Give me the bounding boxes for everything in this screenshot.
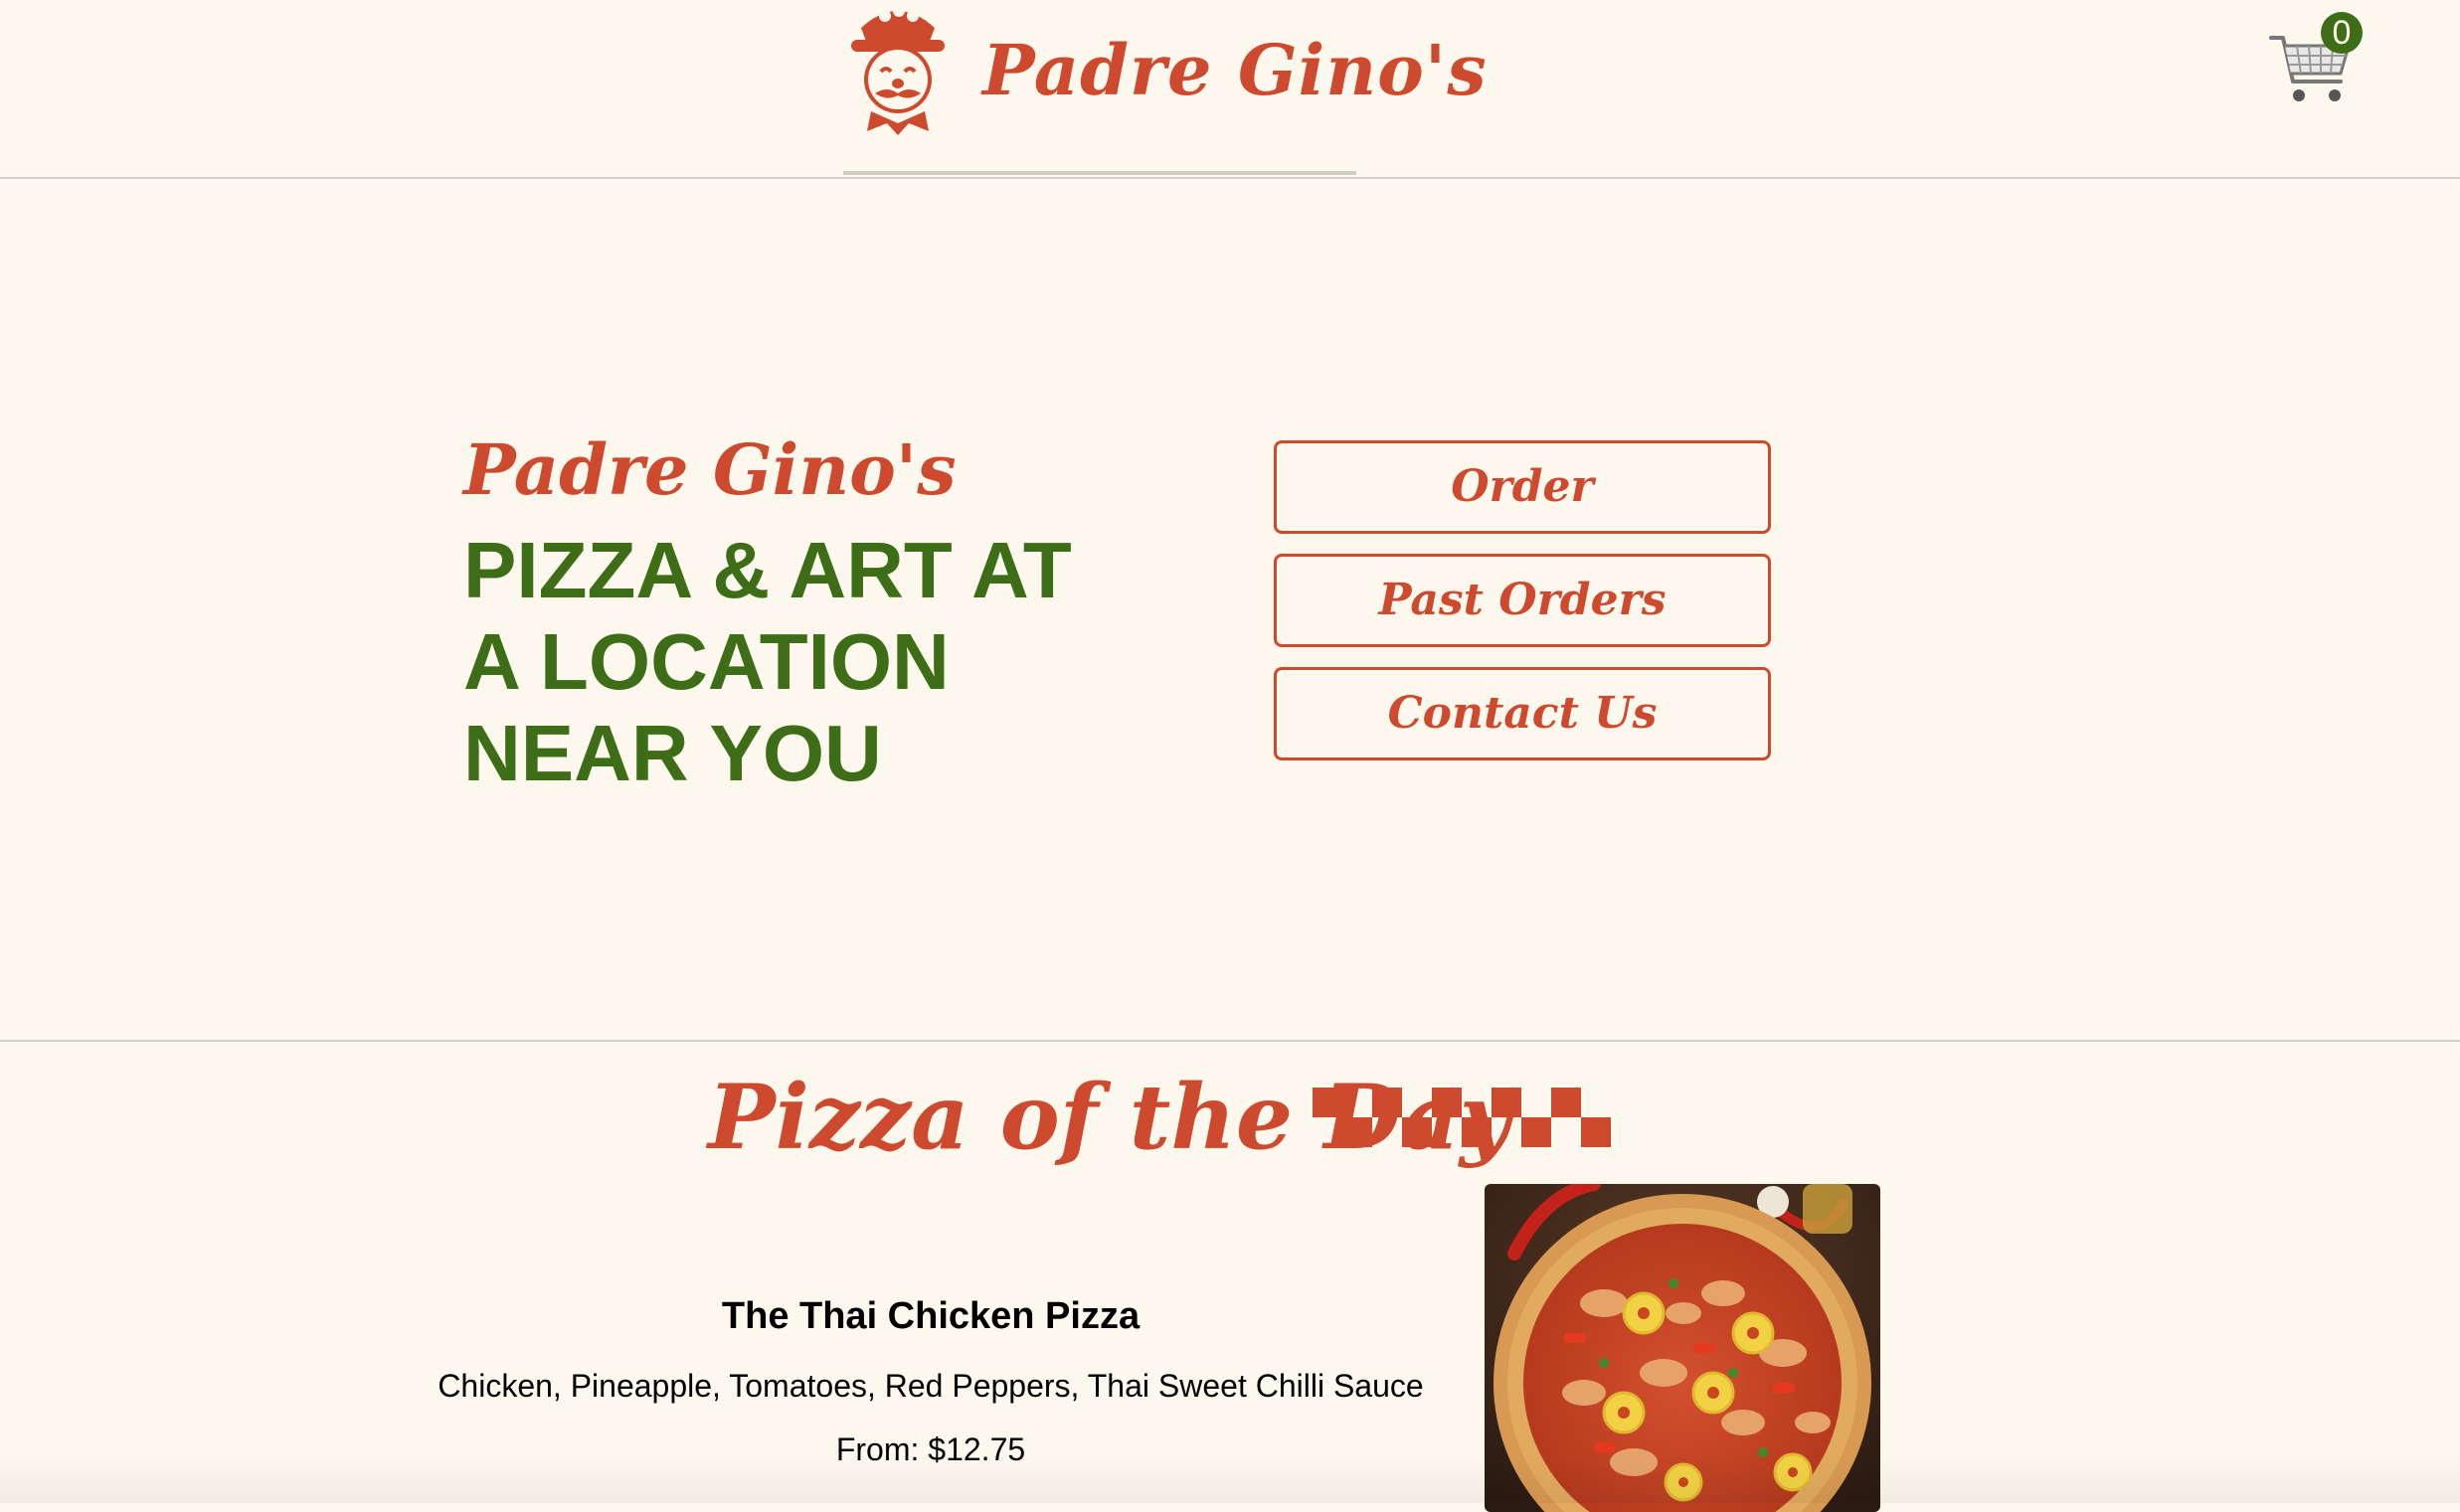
hero-subtitle: Padre Gino's [463,428,957,511]
brand-name: Padre Gino's [982,29,1488,111]
site-header: Padre Gino's 0 [0,0,2460,179]
chef-mascot-icon [851,5,945,135]
pizza-photo [1485,1184,1880,1512]
order-button[interactable]: Order [1274,440,1771,534]
pizza-name: The Thai Chicken Pizza [721,1295,1141,1337]
section-divider [0,1040,2460,1042]
cart-count-badge: 0 [2321,12,2363,54]
home-logo-link[interactable]: Padre Gino's [843,0,1487,175]
cart-button[interactable]: 0 [2269,12,2363,107]
hero-title: PIZZA & ART AT A LOCATION NEAR YOU [463,526,1072,797]
contact-us-button[interactable]: Contact Us [1274,667,1771,760]
pizza-illustration [1485,1184,1880,1512]
past-orders-button[interactable]: Past Orders [1274,554,1771,647]
pizza-description: Chicken, Pineapple, Tomatoes, Red Pepper… [438,1368,1424,1404]
pizza-price: From: $12.75 [835,1431,1026,1467]
checkerboard-icon [1313,1088,1611,1147]
